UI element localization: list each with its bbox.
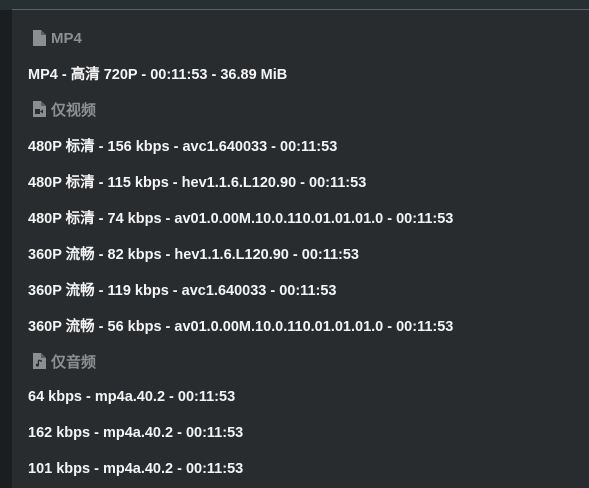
group-label: MP4 bbox=[51, 29, 82, 47]
format-option[interactable]: 162 kbps - mp4a.40.2 - 00:11:53 bbox=[28, 421, 578, 445]
file-audio-icon bbox=[32, 353, 46, 369]
top-bar bbox=[0, 0, 589, 10]
file-icon bbox=[32, 30, 46, 46]
format-option[interactable]: 360P 流畅 - 119 kbps - avc1.640033 - 00:11… bbox=[28, 277, 578, 301]
format-option[interactable]: 101 kbps - mp4a.40.2 - 00:11:53 bbox=[28, 457, 578, 481]
group-header-video-only: 仅视频 bbox=[32, 98, 96, 120]
format-option[interactable]: MP4 - 高清 720P - 00:11:53 - 36.89 MiB bbox=[28, 61, 578, 85]
format-option[interactable]: 480P 标清 - 156 kbps - avc1.640033 - 00:11… bbox=[28, 133, 578, 157]
group-header-mp4: MP4 bbox=[32, 27, 82, 49]
group-label: 仅视频 bbox=[51, 101, 97, 119]
group-header-audio-only: 仅音频 bbox=[32, 350, 96, 372]
download-format-menu: MP4 MP4 - 高清 720P - 00:11:53 - 36.89 MiB… bbox=[12, 10, 589, 488]
format-option[interactable]: 360P 流畅 - 56 kbps - av01.0.00M.10.0.110.… bbox=[28, 313, 578, 337]
format-option[interactable]: 480P 标清 - 115 kbps - hev1.1.6.L120.90 - … bbox=[28, 169, 578, 193]
format-option[interactable]: 360P 流畅 - 82 kbps - hev1.1.6.L120.90 - 0… bbox=[28, 241, 578, 265]
file-video-icon bbox=[32, 101, 46, 117]
format-option[interactable]: 64 kbps - mp4a.40.2 - 00:11:53 bbox=[28, 385, 578, 409]
format-option[interactable]: 480P 标清 - 74 kbps - av01.0.00M.10.0.110.… bbox=[28, 205, 578, 229]
group-label: 仅音频 bbox=[51, 353, 97, 371]
